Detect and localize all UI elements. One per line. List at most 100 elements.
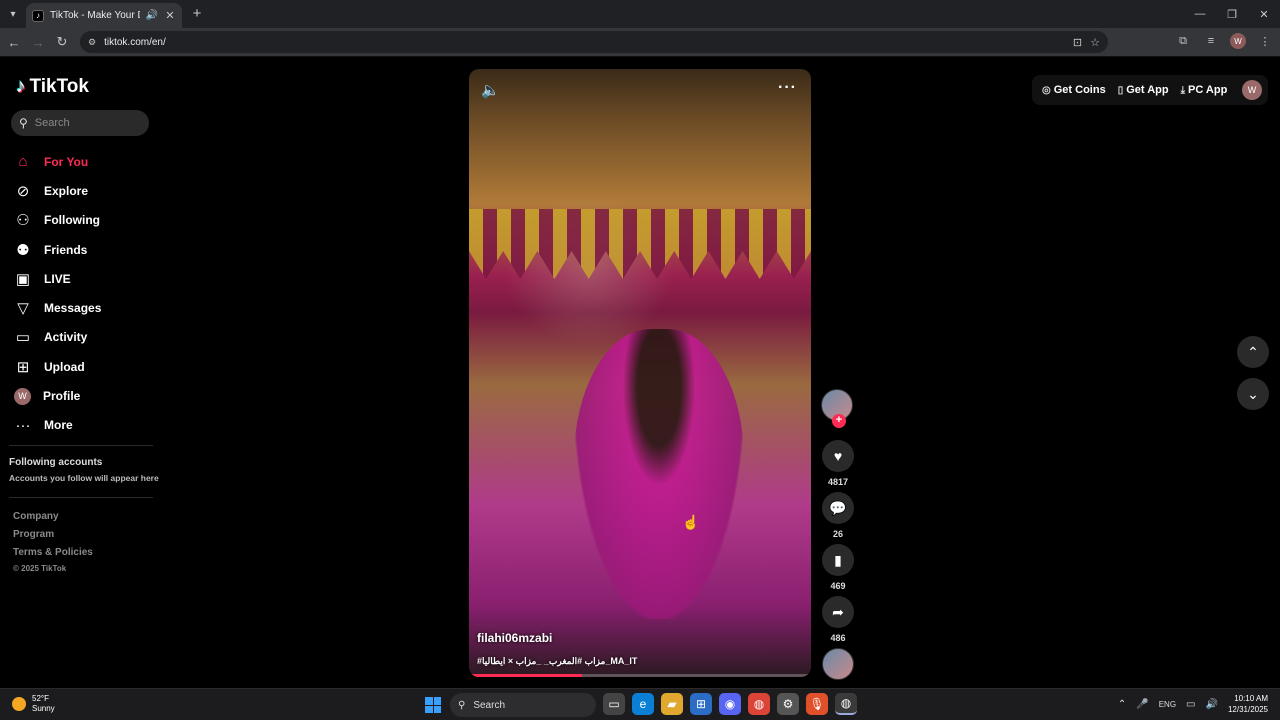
- chrome-icon[interactable]: ◍: [748, 693, 770, 715]
- share-count: 486: [830, 633, 846, 643]
- windows-start-icon[interactable]: [425, 697, 441, 713]
- bookmark-icon[interactable]: ▮: [822, 544, 854, 576]
- taskbar-search[interactable]: ⚲ Search: [450, 693, 596, 717]
- search-input[interactable]: [34, 117, 135, 129]
- top-actions: ◎ Get Coins ▯ Get App ⤓ PC App W: [1032, 75, 1268, 105]
- search-icon: ⚲: [19, 116, 28, 130]
- store-icon[interactable]: ⊞: [690, 693, 712, 715]
- close-tab-icon[interactable]: ✕: [164, 9, 176, 22]
- new-tab-button[interactable]: +: [188, 5, 206, 23]
- tab-search-icon[interactable]: ▾: [4, 5, 22, 23]
- close-window-button[interactable]: ✕: [1248, 0, 1280, 28]
- mic-icon[interactable]: 🎤: [1136, 699, 1148, 710]
- chevron-down-icon[interactable]: ⌄: [1237, 378, 1269, 410]
- extensions-icon[interactable]: ⧉: [1174, 32, 1192, 50]
- chevron-up-icon[interactable]: ⌃: [1118, 699, 1126, 710]
- reload-button[interactable]: ↻: [52, 32, 72, 52]
- get-app-button[interactable]: ▯ Get App: [1118, 84, 1169, 96]
- sound-disc-avatar[interactable]: [822, 648, 854, 680]
- video-progress-fill: [469, 674, 582, 677]
- windows-taskbar: 52°F Sunny ⚲ Search ▭ e ▰ ⊞ ◉ ◍ ⚙ 🎙 ◍ ⌃ …: [0, 688, 1280, 720]
- creator-avatar[interactable]: +: [821, 389, 853, 428]
- pc-app-button[interactable]: ⤓ PC App: [1181, 84, 1228, 96]
- footer-program[interactable]: Program: [13, 526, 93, 544]
- edge-icon[interactable]: e: [632, 693, 654, 715]
- nav-activity[interactable]: ▭ Activity: [14, 323, 101, 352]
- like-heart-icon[interactable]: ♥: [822, 440, 854, 472]
- task-view-icon[interactable]: ▭: [603, 693, 625, 715]
- weather-condition: Sunny: [32, 704, 55, 713]
- file-explorer-icon[interactable]: ▰: [661, 693, 683, 715]
- follow-plus-icon[interactable]: +: [832, 414, 846, 428]
- tiktok-note-icon: ♪: [16, 76, 26, 97]
- media-control-icon[interactable]: ≡: [1202, 32, 1220, 50]
- site-info-icon[interactable]: ⚙: [88, 37, 96, 48]
- browser-toolbar: ← → ↻ ⚙ tiktok.com/en/ ⊡ ☆ ⧉ ≡ W ⋮: [0, 28, 1280, 57]
- nav-live[interactable]: ▣ LIVE: [14, 264, 101, 293]
- video-frame-decor: [469, 209, 811, 279]
- activity-icon: ▭: [15, 329, 31, 347]
- video-progress[interactable]: [469, 674, 811, 677]
- url-text[interactable]: tiktok.com/en/: [104, 37, 166, 48]
- network-icon[interactable]: ▭: [1186, 699, 1195, 710]
- video-hashtags[interactable]: #مزاب #المغرب_ _مزاب × ايطاليا_MA_IT: [477, 656, 637, 667]
- browser-menu-icon[interactable]: ⋮: [1256, 32, 1274, 50]
- volume-icon[interactable]: 🔊: [1206, 699, 1218, 710]
- nav-explore[interactable]: ⊘ Explore: [14, 176, 101, 205]
- browser-profile-avatar[interactable]: W: [1230, 33, 1246, 49]
- volume-icon[interactable]: 🔈: [481, 81, 500, 99]
- more-options-icon[interactable]: ···: [778, 79, 797, 97]
- forward-button[interactable]: →: [28, 32, 48, 52]
- tab-title: TikTok - Make Your Day: [50, 10, 140, 21]
- language-indicator[interactable]: ENG: [1159, 700, 1176, 709]
- tiktok-logo[interactable]: ♪ TikTok: [16, 76, 89, 98]
- video-author[interactable]: filahi06mzabi: [477, 631, 552, 645]
- discord-icon[interactable]: ◉: [719, 693, 741, 715]
- nav-following[interactable]: ⚇ Following: [14, 206, 101, 235]
- weather-widget[interactable]: 52°F Sunny: [12, 694, 55, 714]
- search-box[interactable]: ⚲: [11, 110, 149, 136]
- microphone-app-icon[interactable]: 🎙: [806, 693, 828, 715]
- coin-icon: ◎: [1042, 84, 1051, 96]
- bookmark-star-icon[interactable]: ☆: [1090, 36, 1100, 49]
- footer-terms[interactable]: Terms & Policies: [13, 544, 93, 562]
- following-accounts-title: Following accounts: [9, 457, 103, 468]
- share-arrow-icon[interactable]: ➦: [822, 596, 854, 628]
- minimize-button[interactable]: —: [1184, 0, 1216, 28]
- nav-upload[interactable]: ⊞ Upload: [14, 352, 101, 381]
- nav-messages[interactable]: ▽ Messages: [14, 293, 101, 322]
- back-button[interactable]: ←: [4, 32, 24, 52]
- comment-icon[interactable]: 💬: [822, 492, 854, 524]
- comment-count: 26: [832, 529, 843, 539]
- chevron-up-icon[interactable]: ⌃: [1237, 336, 1269, 368]
- following-accounts-sub: Accounts you follow will appear here: [9, 473, 159, 483]
- search-icon: ⚲: [458, 699, 466, 711]
- chrome-profile-icon[interactable]: ◍: [835, 693, 857, 715]
- more-icon: ···: [15, 416, 31, 434]
- like-count: 4817: [827, 477, 849, 487]
- hand-cursor-icon: ☝: [682, 514, 700, 530]
- footer-links: Company Program Terms & Policies © 2025 …: [13, 508, 93, 573]
- clock[interactable]: 10:10 AM 12/31/2025: [1228, 693, 1268, 715]
- maximize-button[interactable]: ❐: [1216, 0, 1248, 28]
- nav-more[interactable]: ··· More: [14, 411, 101, 440]
- footer-company[interactable]: Company: [13, 508, 93, 526]
- save-count: 469: [830, 581, 846, 591]
- video-player[interactable]: 🔈 ··· filahi06mzabi #مزاب #المغرب_ _مزاب…: [469, 69, 811, 677]
- download-icon: ⤓: [1180, 84, 1185, 96]
- phone-icon: ▯: [1117, 84, 1124, 96]
- tiktok-favicon: ♪: [32, 9, 44, 22]
- window-controls: — ❐ ✕: [1184, 0, 1280, 28]
- get-coins-button[interactable]: ◎ Get Coins: [1042, 84, 1106, 96]
- user-avatar[interactable]: W: [1242, 80, 1262, 100]
- speaker-icon[interactable]: 🔊: [146, 10, 158, 21]
- nav-for-you[interactable]: ⌂ For You: [14, 147, 101, 176]
- settings-icon[interactable]: ⚙: [777, 693, 799, 715]
- home-icon: ⌂: [18, 153, 28, 171]
- install-app-icon[interactable]: ⊡: [1073, 36, 1082, 49]
- video-frame-subject: [574, 329, 744, 619]
- nav-friends[interactable]: ⚉ Friends: [14, 235, 101, 264]
- address-bar[interactable]: ⚙ tiktok.com/en/ ⊡ ☆: [80, 31, 1108, 53]
- tab-tiktok[interactable]: ♪ TikTok - Make Your Day 🔊 ✕: [26, 3, 182, 28]
- nav-profile[interactable]: W Profile: [14, 381, 101, 410]
